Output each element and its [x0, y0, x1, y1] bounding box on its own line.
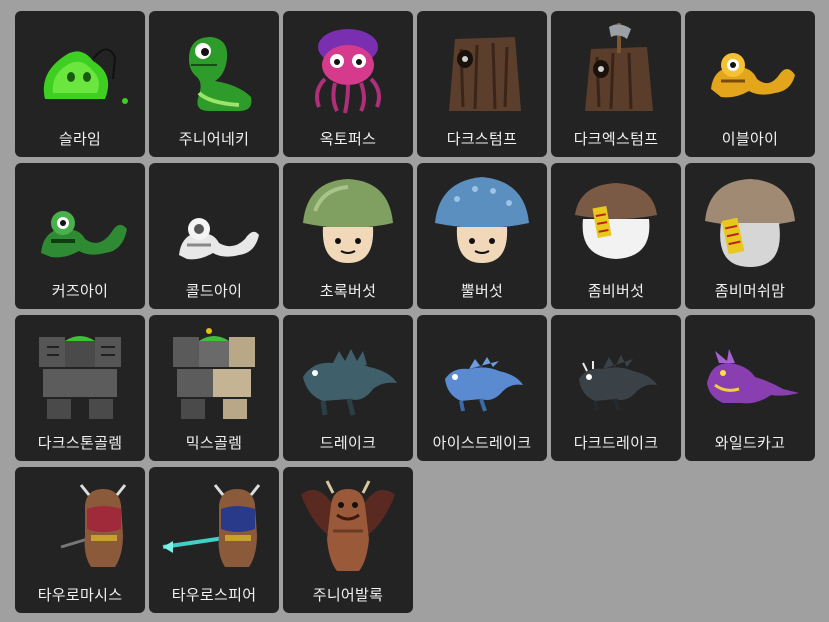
monster-name: 좀비버섯	[587, 282, 645, 300]
monster-card-octopus[interactable]: 옥토퍼스	[283, 11, 413, 157]
monster-card-junior-balrog[interactable]: 주니어발록	[283, 467, 413, 613]
monster-name: 다크스텀프	[446, 130, 518, 148]
monster-name: 믹스골렘	[185, 434, 243, 452]
monster-card-horny-mushroom[interactable]: 뿔버섯	[417, 163, 547, 309]
monster-name: 아이스드레이크	[432, 434, 532, 452]
wild-kargo-icon	[707, 349, 799, 404]
monster-card-curse-eye[interactable]: 커즈아이	[15, 163, 145, 309]
monster-name: 다크스톤골렘	[37, 434, 123, 452]
monster-name: 타우로마시스	[37, 586, 123, 604]
monster-card-dark-axe-stump[interactable]: 다크엑스텀프	[551, 11, 681, 157]
tauromacis-icon	[51, 484, 127, 567]
monster-name: 커즈아이	[51, 282, 109, 300]
monster-name: 옥토퍼스	[319, 130, 377, 148]
monster-name: 콜드아이	[185, 282, 243, 300]
monster-card-ice-drake[interactable]: 아이스드레이크	[417, 315, 547, 461]
green-mushroom-icon	[303, 179, 393, 263]
monster-card-green-mushroom[interactable]: 초록버섯	[283, 163, 413, 309]
monster-card-taurospear[interactable]: 타우로스피어	[149, 467, 279, 613]
curse-eye-icon	[41, 211, 127, 258]
junior-balrog-icon	[301, 480, 395, 571]
monster-card-zombie-mushroom[interactable]: 좀비버섯	[551, 163, 681, 309]
monster-name: 와일드카고	[714, 434, 786, 452]
evil-eye-icon	[711, 53, 795, 98]
drake-icon	[303, 349, 397, 416]
monster-card-junior-neki[interactable]: 주니어네키	[149, 11, 279, 157]
monster-card-dark-stump[interactable]: 다크스텀프	[417, 11, 547, 157]
monster-name: 좀비머쉬맘	[714, 282, 786, 300]
horny-mushroom-icon	[435, 177, 529, 263]
dark-drake-icon	[579, 355, 657, 412]
dark-axe-stump-icon	[585, 23, 653, 111]
monster-name: 슬라임	[58, 130, 102, 148]
monster-card-drake[interactable]: 드레이크	[283, 315, 413, 461]
monster-name: 주니어발록	[312, 586, 384, 604]
monster-card-evil-eye[interactable]: 이블아이	[685, 11, 815, 157]
monster-card-zombie-mushmom[interactable]: 좀비머쉬맘	[685, 163, 815, 309]
monster-card-cold-eye[interactable]: 콜드아이	[149, 163, 279, 309]
monster-card-dark-drake[interactable]: 다크드레이크	[551, 315, 681, 461]
junior-neki-icon	[189, 37, 252, 111]
octopus-icon	[315, 29, 381, 114]
monster-name: 이블아이	[721, 130, 779, 148]
ice-drake-icon	[445, 357, 523, 412]
monster-grid: 슬라임 주니어네키 옥토퍼스 다크스텀프 다크엑스텀프 이블아이 커즈아이 콜드…	[15, 11, 815, 613]
monster-card-wild-kargo[interactable]: 와일드카고	[685, 315, 815, 461]
monster-name: 초록버섯	[319, 282, 377, 300]
slime-icon	[43, 48, 128, 104]
cold-eye-icon	[179, 218, 259, 260]
monster-card-tauromacis[interactable]: 타우로마시스	[15, 467, 145, 613]
dark-stump-icon	[449, 37, 521, 111]
monster-name: 드레이크	[319, 434, 377, 452]
monster-name: 다크엑스텀프	[573, 130, 659, 148]
monster-card-mixed-golem[interactable]: 믹스골렘	[149, 315, 279, 461]
monster-card-slime[interactable]: 슬라임	[15, 11, 145, 157]
mixed-golem-icon	[173, 328, 255, 419]
monster-card-dark-stone-golem[interactable]: 다크스톤골렘	[15, 315, 145, 461]
zombie-mushmom-icon	[705, 179, 795, 267]
dark-stone-golem-icon	[39, 336, 121, 419]
taurospear-icon	[162, 484, 261, 567]
monster-name: 주니어네키	[178, 130, 250, 148]
monster-name: 타우로스피어	[171, 586, 257, 604]
monster-name: 뿔버섯	[460, 282, 504, 300]
monster-name: 다크드레이크	[573, 434, 659, 452]
zombie-mushroom-icon	[575, 183, 657, 259]
